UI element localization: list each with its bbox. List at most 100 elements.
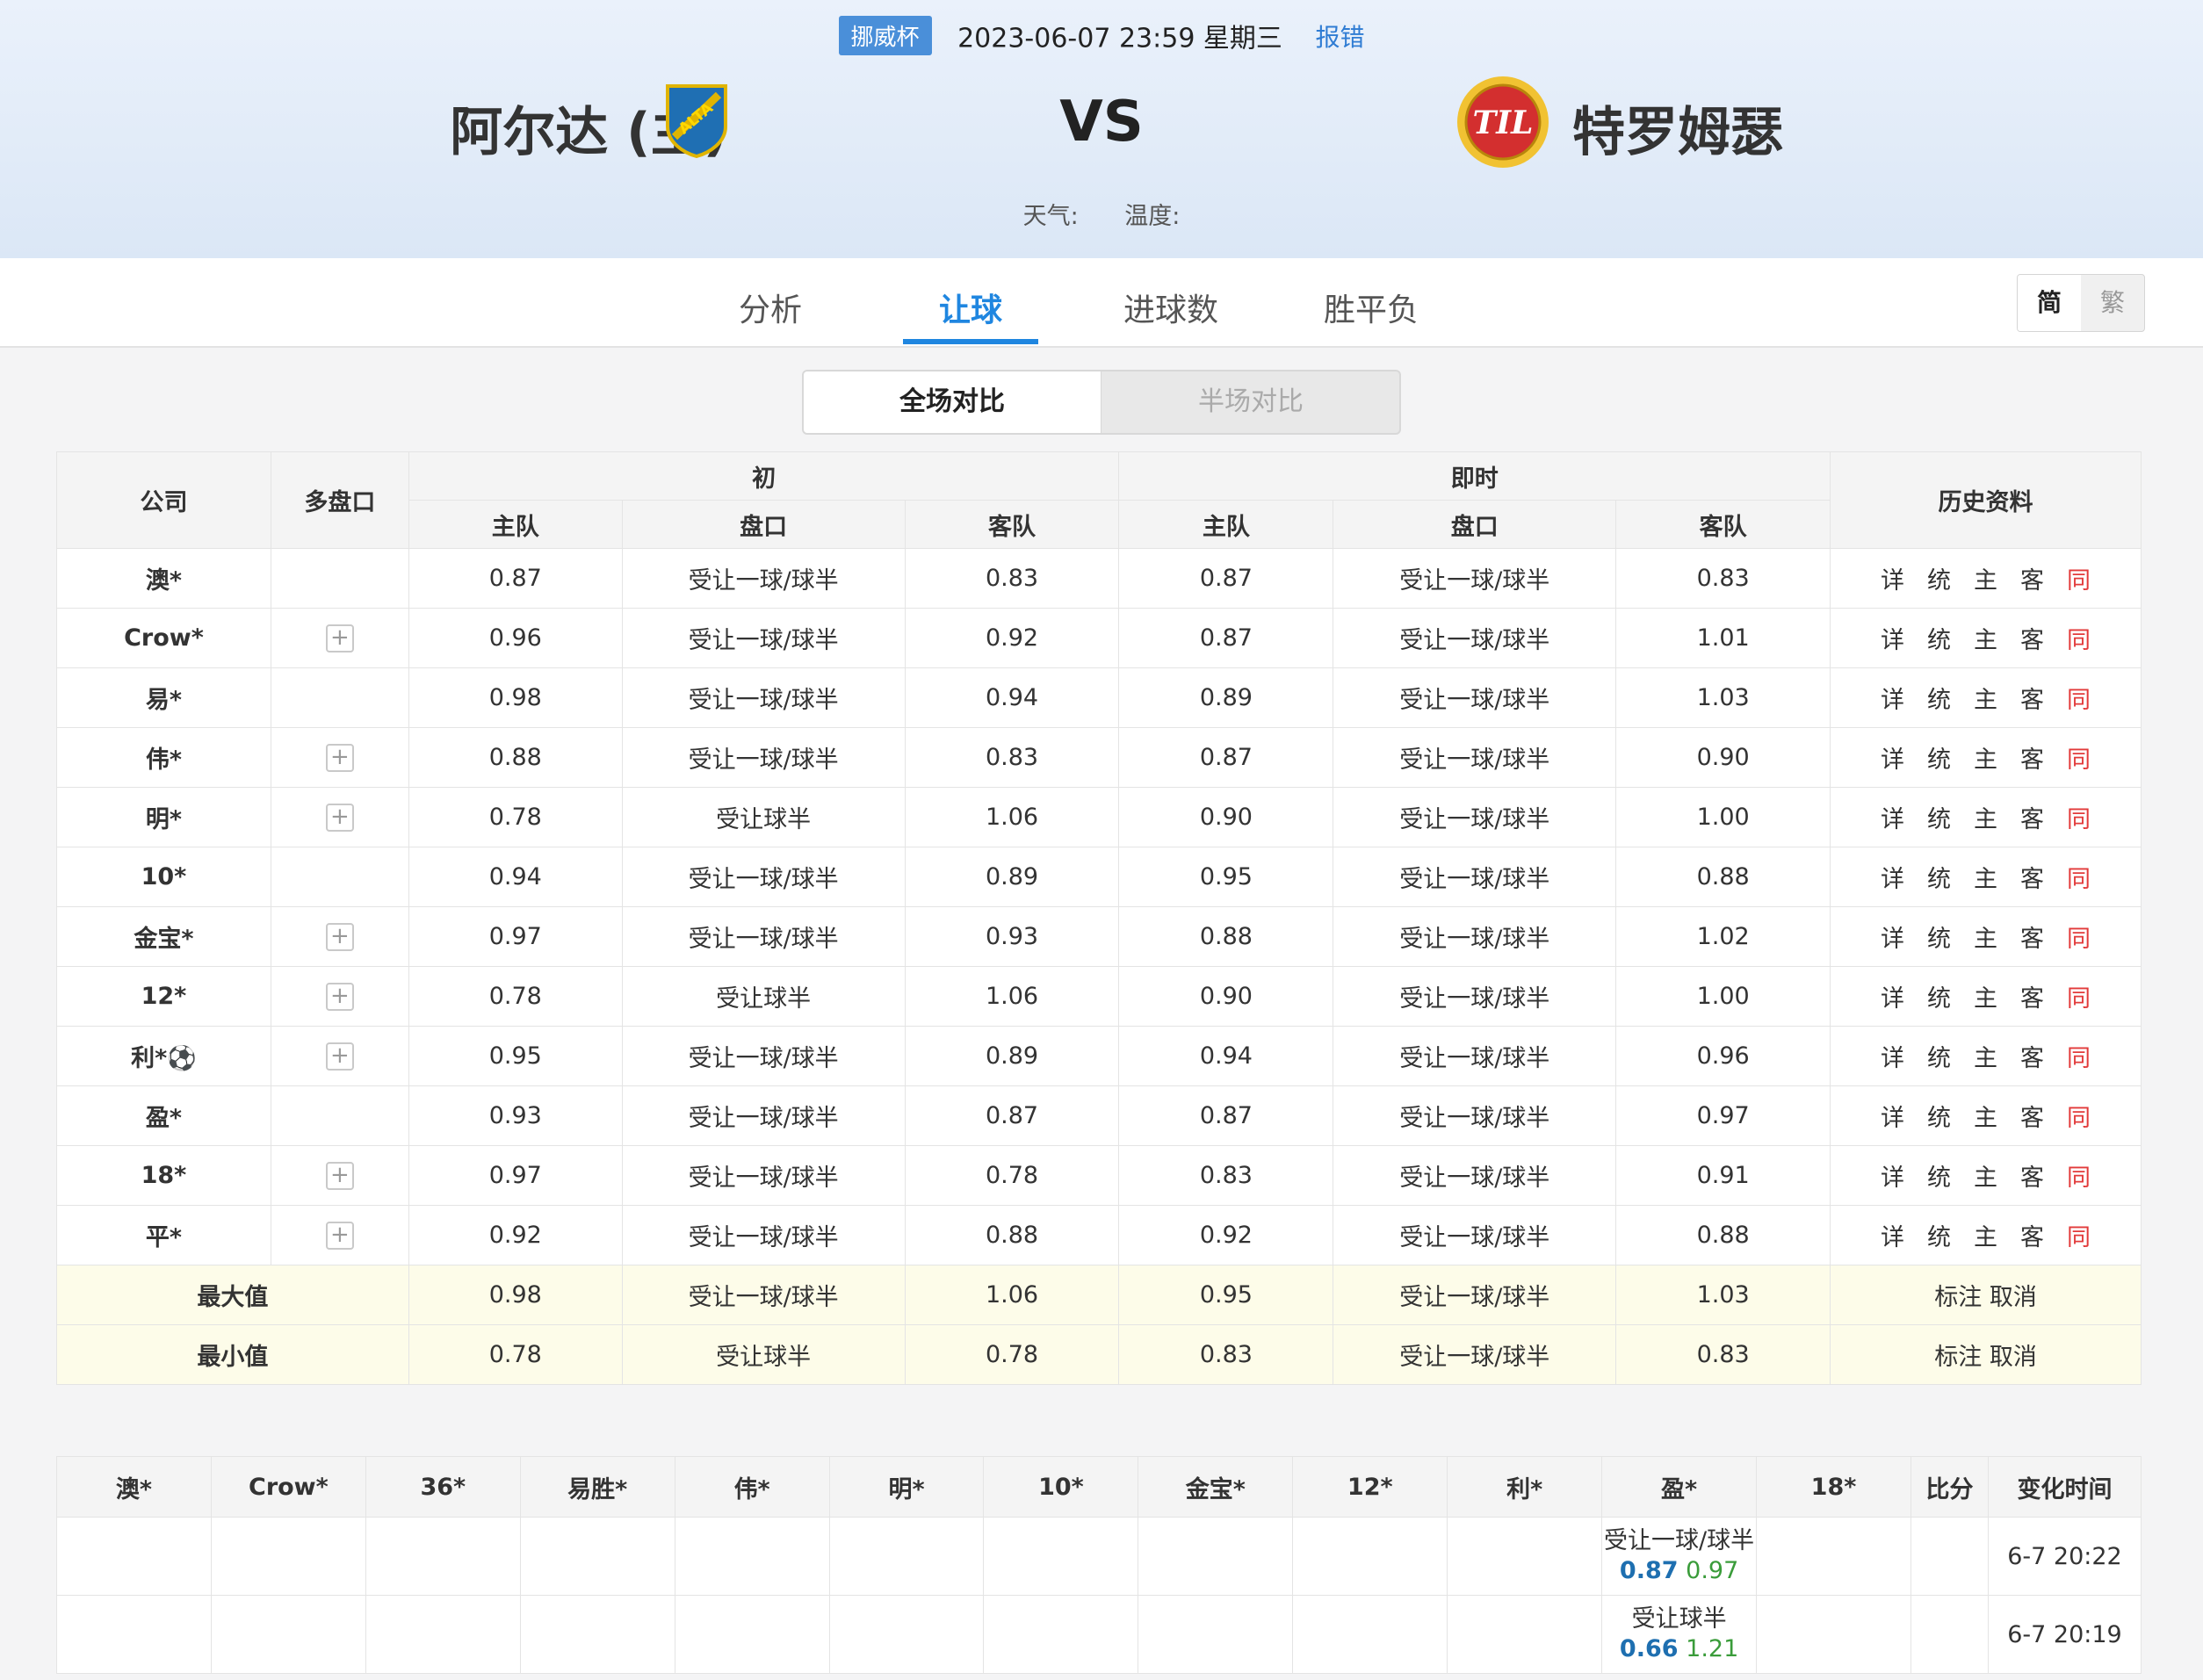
- stats-link[interactable]: 统: [1927, 687, 1951, 714]
- stats-link[interactable]: 统: [1927, 985, 1951, 1013]
- away-history-link[interactable]: 客: [2020, 687, 2044, 714]
- odds-l-away[interactable]: 1.00: [1615, 966, 1831, 1027]
- company-name[interactable]: 澳*: [56, 548, 271, 609]
- odds-change-cell[interactable]: 受让一球/球半 0.87 0.97: [1601, 1517, 1758, 1596]
- home-history-link[interactable]: 主: [1974, 746, 1997, 774]
- stats-link[interactable]: 统: [1927, 1045, 1951, 1072]
- detail-link[interactable]: 详: [1881, 1224, 1904, 1251]
- report-error-link[interactable]: 报错: [1315, 23, 1364, 52]
- same-odds-link[interactable]: 同: [2067, 567, 2091, 595]
- home-history-link[interactable]: 主: [1974, 1164, 1997, 1192]
- detail-link[interactable]: 详: [1881, 627, 1904, 654]
- detail-link[interactable]: 详: [1881, 687, 1904, 714]
- away-team-name[interactable]: 特罗姆瑟: [1572, 90, 1783, 166]
- odds-i-home[interactable]: 0.96: [408, 608, 623, 668]
- stats-link[interactable]: 统: [1927, 567, 1951, 595]
- detail-link[interactable]: 详: [1881, 806, 1904, 833]
- odds-i-away[interactable]: 0.94: [904, 667, 1120, 728]
- mark-cancel-actions[interactable]: 标注 取消: [1830, 1324, 2142, 1385]
- odds-i-away[interactable]: 0.89: [904, 847, 1120, 907]
- expand-plus-icon[interactable]: +: [325, 922, 354, 951]
- home-history-link[interactable]: 主: [1974, 1045, 1997, 1072]
- same-odds-link[interactable]: 同: [2067, 1045, 2091, 1072]
- odds-i-line[interactable]: 受让球半: [621, 787, 906, 847]
- odds-l-away[interactable]: 0.90: [1615, 727, 1831, 788]
- odds-l-away[interactable]: 0.91: [1615, 1145, 1831, 1206]
- expand-plus-icon[interactable]: +: [325, 803, 354, 832]
- away-history-link[interactable]: 客: [2020, 806, 2044, 833]
- odds-i-away[interactable]: 0.92: [904, 608, 1120, 668]
- tab-handicap[interactable]: 让球: [892, 285, 1050, 330]
- odds-i-home[interactable]: 0.92: [408, 1205, 623, 1265]
- mark-cancel-actions[interactable]: 标注 取消: [1830, 1265, 2142, 1325]
- detail-link[interactable]: 详: [1881, 1105, 1904, 1132]
- odds-l-line[interactable]: 受让一球/球半: [1333, 1085, 1617, 1146]
- odds-i-home[interactable]: 0.97: [408, 906, 623, 967]
- odds-l-home[interactable]: 0.92: [1118, 1205, 1334, 1265]
- odds-i-away[interactable]: 0.87: [904, 1085, 1120, 1146]
- away-history-link[interactable]: 客: [2020, 866, 2044, 893]
- odds-l-line[interactable]: 受让一球/球半: [1333, 787, 1617, 847]
- odds-l-away[interactable]: 0.96: [1615, 1026, 1831, 1086]
- company-name[interactable]: 明*: [56, 787, 271, 847]
- odds-i-line[interactable]: 受让一球/球半: [621, 727, 906, 788]
- odds-l-home[interactable]: 0.88: [1118, 906, 1334, 967]
- same-odds-link[interactable]: 同: [2067, 1164, 2091, 1192]
- company-name[interactable]: Crow*: [56, 608, 271, 668]
- odds-l-home[interactable]: 0.87: [1118, 608, 1334, 668]
- stats-link[interactable]: 统: [1927, 926, 1951, 953]
- odds-i-home[interactable]: 0.93: [408, 1085, 623, 1146]
- odds-i-away[interactable]: 0.88: [904, 1205, 1120, 1265]
- odds-i-line[interactable]: 受让一球/球半: [621, 906, 906, 967]
- away-history-link[interactable]: 客: [2020, 926, 2044, 953]
- odds-l-away[interactable]: 1.00: [1615, 787, 1831, 847]
- away-history-link[interactable]: 客: [2020, 567, 2044, 595]
- company-name[interactable]: 伟*: [56, 727, 271, 788]
- expand-plus-icon[interactable]: +: [325, 624, 354, 653]
- odds-l-line[interactable]: 受让一球/球半: [1333, 727, 1617, 788]
- odds-l-line[interactable]: 受让一球/球半: [1333, 667, 1617, 728]
- away-history-link[interactable]: 客: [2020, 1045, 2044, 1072]
- home-history-link[interactable]: 主: [1974, 1224, 1997, 1251]
- odds-i-away[interactable]: 0.93: [904, 906, 1120, 967]
- odds-i-home[interactable]: 0.98: [408, 667, 623, 728]
- odds-l-line[interactable]: 受让一球/球半: [1333, 608, 1617, 668]
- expand-plus-icon[interactable]: +: [325, 982, 354, 1011]
- odds-i-home[interactable]: 0.97: [408, 1145, 623, 1206]
- odds-i-home[interactable]: 0.94: [408, 847, 623, 907]
- stats-link[interactable]: 统: [1927, 627, 1951, 654]
- detail-link[interactable]: 详: [1881, 567, 1904, 595]
- odds-l-home[interactable]: 0.90: [1118, 787, 1334, 847]
- odds-l-away[interactable]: 1.02: [1615, 906, 1831, 967]
- competition-badge[interactable]: 挪威杯: [838, 16, 932, 55]
- detail-link[interactable]: 详: [1881, 1164, 1904, 1192]
- company-name[interactable]: 平*: [56, 1205, 271, 1265]
- company-name[interactable]: 金宝*: [56, 906, 271, 967]
- odds-i-line[interactable]: 受让一球/球半: [621, 1085, 906, 1146]
- same-odds-link[interactable]: 同: [2067, 1105, 2091, 1132]
- odds-i-away[interactable]: 0.78: [904, 1145, 1120, 1206]
- same-odds-link[interactable]: 同: [2067, 627, 2091, 654]
- odds-l-away[interactable]: 0.88: [1615, 847, 1831, 907]
- tab-goals[interactable]: 进球数: [1092, 285, 1250, 330]
- odds-i-away[interactable]: 0.83: [904, 727, 1120, 788]
- home-history-link[interactable]: 主: [1974, 567, 1997, 595]
- full-match-toggle[interactable]: 全场对比: [804, 371, 1102, 433]
- odds-i-line[interactable]: 受让一球/球半: [621, 1026, 906, 1086]
- odds-i-line[interactable]: 受让一球/球半: [621, 1205, 906, 1265]
- odds-l-away[interactable]: 0.83: [1615, 548, 1831, 609]
- away-history-link[interactable]: 客: [2020, 627, 2044, 654]
- odds-l-home[interactable]: 0.83: [1118, 1145, 1334, 1206]
- home-history-link[interactable]: 主: [1974, 866, 1997, 893]
- odds-l-line[interactable]: 受让一球/球半: [1333, 966, 1617, 1027]
- company-name[interactable]: 利*⚽: [56, 1026, 271, 1086]
- same-odds-link[interactable]: 同: [2067, 1224, 2091, 1251]
- odds-change-cell[interactable]: 受让球半 0.66 1.21: [1601, 1595, 1758, 1674]
- odds-i-line[interactable]: 受让一球/球半: [621, 1145, 906, 1206]
- odds-l-line[interactable]: 受让一球/球半: [1333, 906, 1617, 967]
- odds-i-away[interactable]: 0.89: [904, 1026, 1120, 1086]
- expand-plus-icon[interactable]: +: [325, 1042, 354, 1071]
- same-odds-link[interactable]: 同: [2067, 926, 2091, 953]
- away-history-link[interactable]: 客: [2020, 1164, 2044, 1192]
- expand-plus-icon[interactable]: +: [325, 743, 354, 772]
